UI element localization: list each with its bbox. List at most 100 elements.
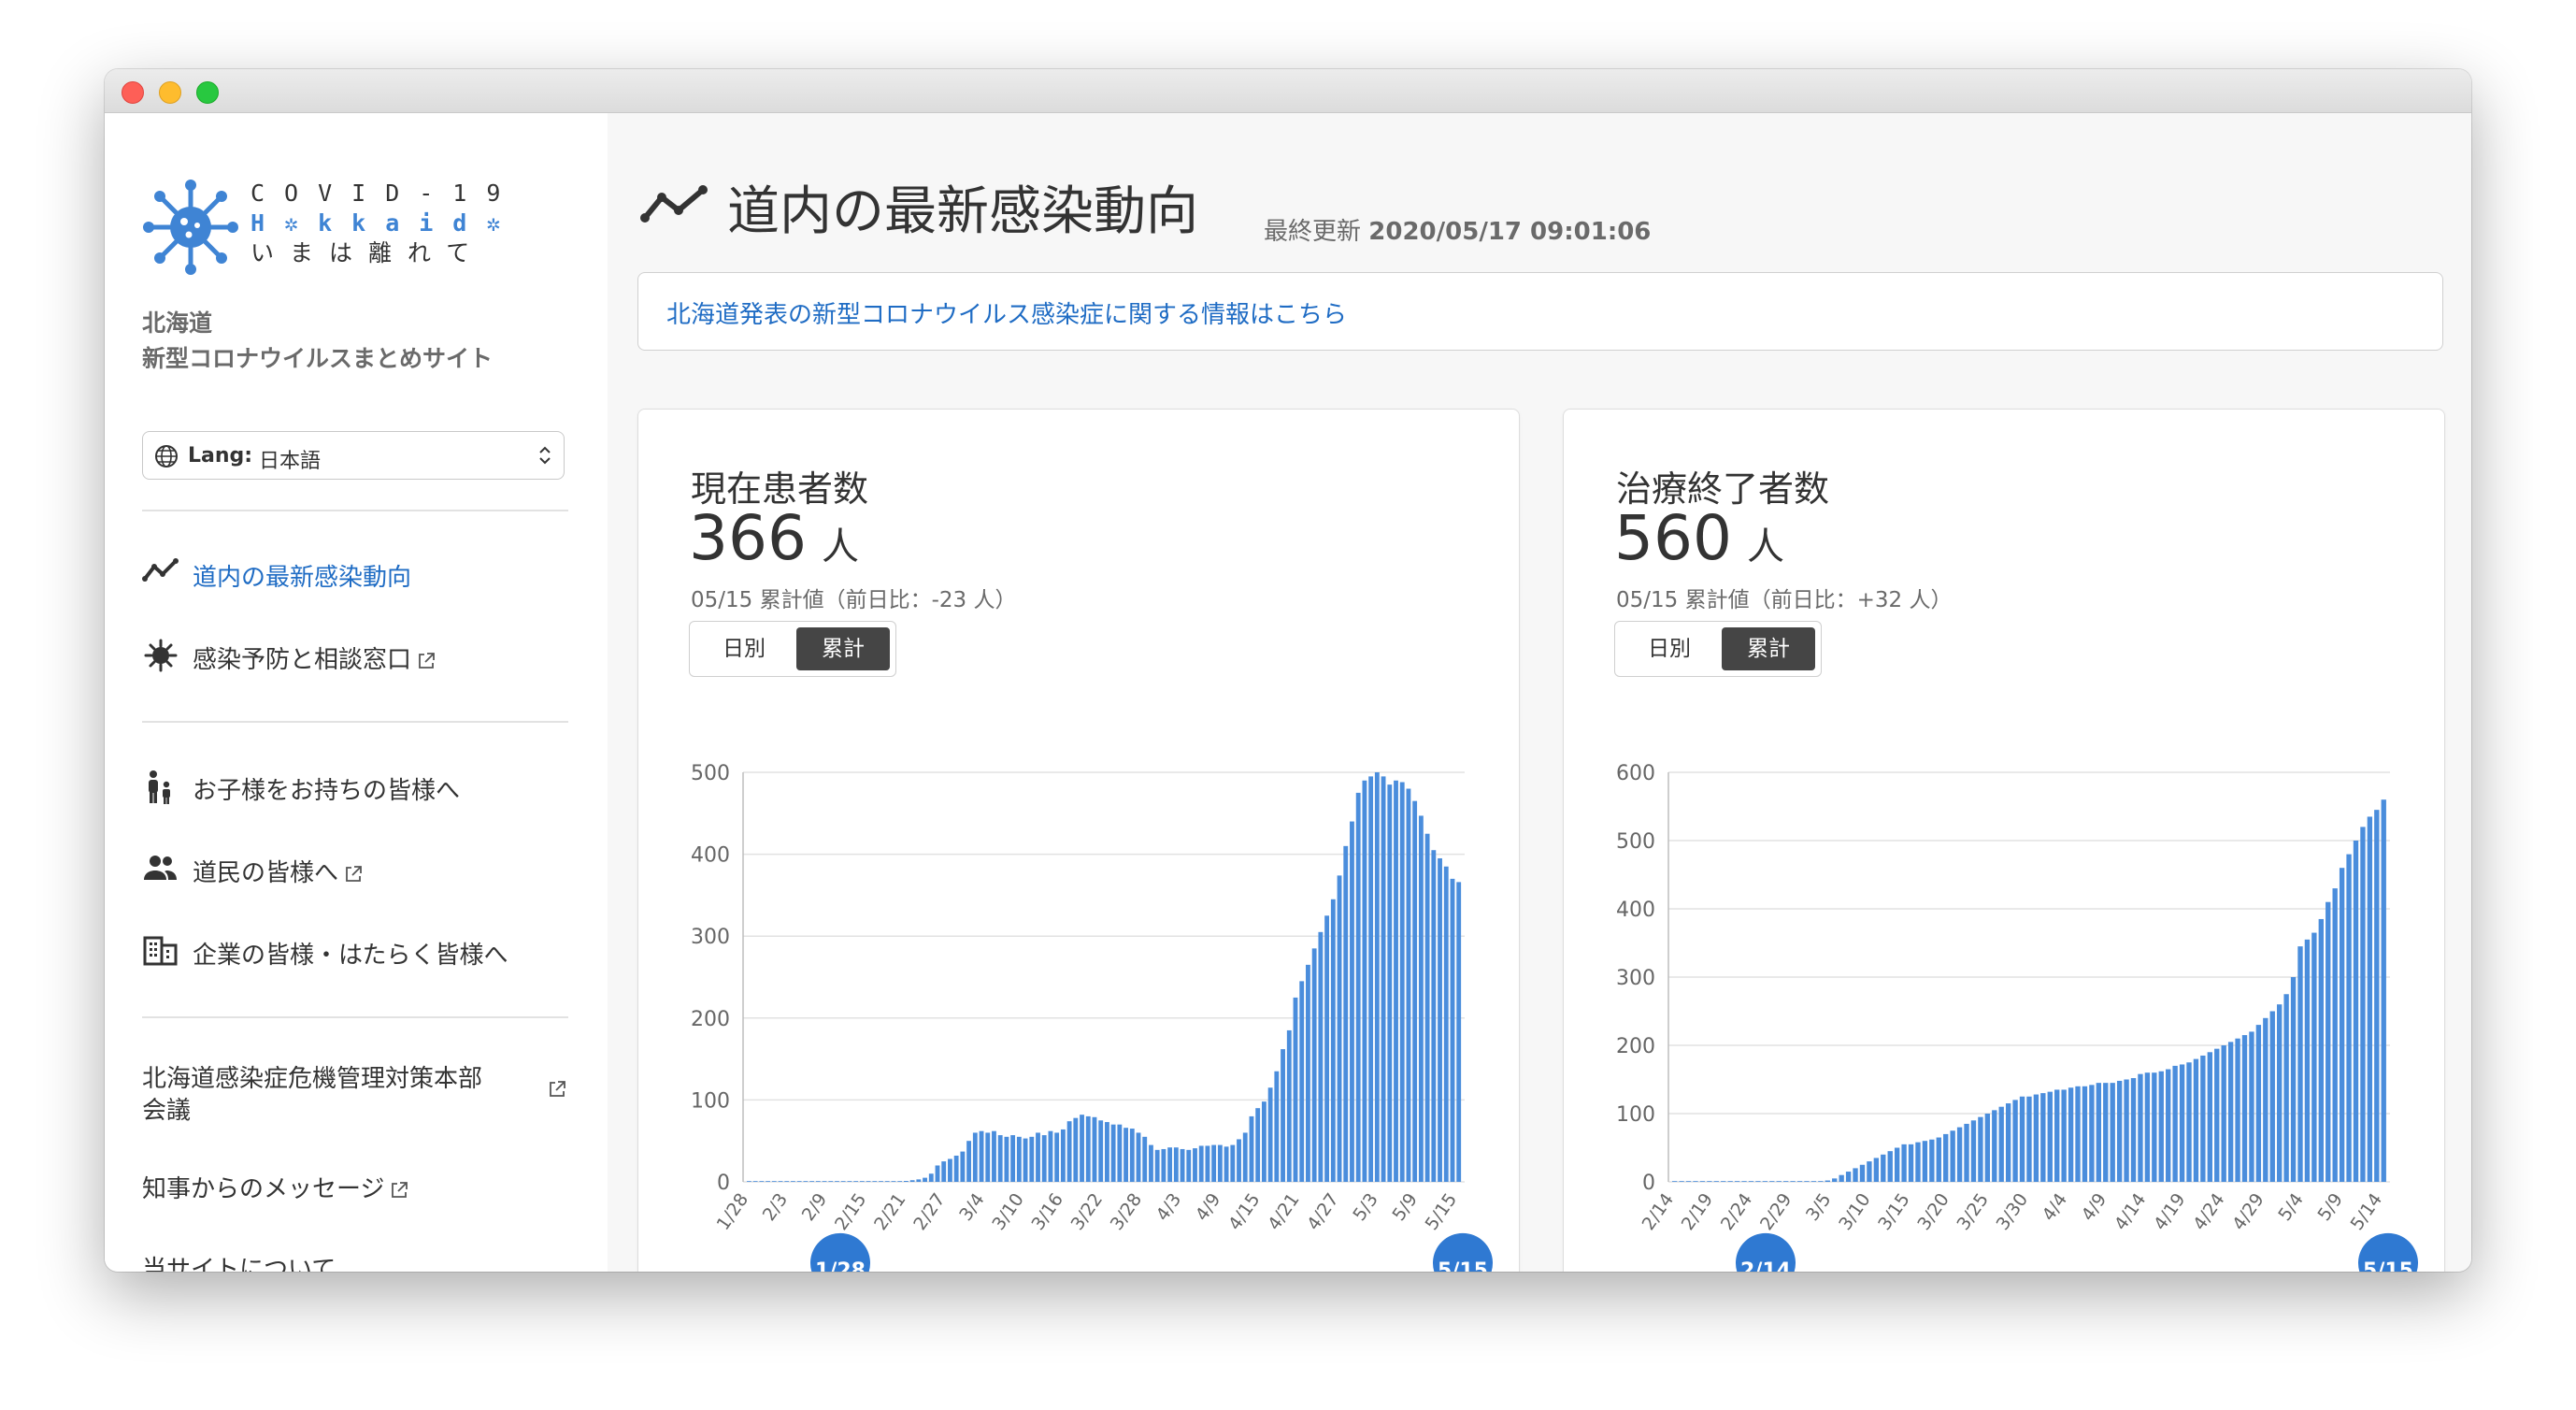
nav-item-about[interactable]: 当サイトについて bbox=[142, 1254, 336, 1272]
last-updated-label: 最終更新 bbox=[1264, 218, 1361, 246]
x-tick-label: 3/15 bbox=[1874, 1189, 1913, 1234]
chart-bar bbox=[1230, 1145, 1235, 1182]
nav-item-hq-meeting[interactable]: 北海道感染症危機管理対策本部 会議 bbox=[142, 1063, 572, 1127]
chart-bar bbox=[973, 1132, 978, 1182]
chart-bar bbox=[1149, 1145, 1153, 1182]
nav-label: 感染予防と相談窓口 bbox=[193, 646, 411, 674]
x-tick-label: 4/4 bbox=[2039, 1189, 2072, 1225]
chart-bar bbox=[2263, 1018, 2268, 1182]
chart-bar bbox=[2354, 841, 2358, 1182]
chart-bar bbox=[2075, 1086, 2080, 1182]
card-value-number: 366 bbox=[689, 502, 807, 574]
chart-bar bbox=[1274, 1072, 1279, 1182]
nav-label: お子様をお持ちの皆様へ bbox=[193, 771, 460, 806]
y-tick-label: 300 bbox=[691, 926, 730, 949]
chart-bar bbox=[1769, 1181, 1774, 1182]
chart-bar bbox=[1387, 784, 1392, 1182]
chart-bar bbox=[1943, 1134, 1948, 1182]
chart-bar bbox=[753, 1181, 758, 1182]
chart-bar bbox=[2172, 1066, 2177, 1182]
card-value-unit: 人 bbox=[1747, 525, 1784, 568]
y-tick-label: 200 bbox=[691, 1008, 730, 1031]
chart-bar bbox=[835, 1181, 839, 1182]
x-tick-label: 2/9 bbox=[798, 1189, 832, 1225]
chart-bar bbox=[791, 1181, 795, 1182]
language-select[interactable]: Lang: 日本語 bbox=[142, 431, 565, 480]
chart-bar bbox=[1343, 846, 1348, 1182]
minimize-window-button[interactable] bbox=[159, 81, 181, 104]
nav-item-governor-message[interactable]: 知事からのメッセージ bbox=[142, 1173, 408, 1205]
chart-bar bbox=[2270, 1012, 2275, 1183]
chart-bar bbox=[1049, 1131, 1053, 1182]
chart-bar bbox=[1211, 1145, 1216, 1182]
chart-bar bbox=[2235, 1039, 2240, 1182]
chart-bar bbox=[1004, 1137, 1009, 1182]
logo-line-covid: COVID-19 bbox=[250, 179, 520, 209]
recovered-chart: 01002003004005006002/142/192/242/293/53/… bbox=[1564, 690, 2446, 1272]
chart-bar bbox=[1237, 1139, 1241, 1182]
chart-bar bbox=[2291, 977, 2296, 1182]
chart-bar bbox=[823, 1181, 827, 1182]
chart-bar bbox=[998, 1135, 1003, 1182]
x-tick-label: 3/22 bbox=[1067, 1189, 1107, 1234]
chart-bar bbox=[2020, 1097, 2025, 1182]
chart-bar bbox=[2034, 1095, 2039, 1182]
last-updated: 最終更新 2020/05/17 09:01:06 bbox=[1264, 212, 1651, 247]
range-marker-label: 5/15 bbox=[1438, 1259, 1488, 1272]
x-tick-label: 1/28 bbox=[713, 1189, 752, 1234]
chart-bar bbox=[1860, 1165, 1865, 1182]
toggle-daily-button[interactable]: 日別 bbox=[697, 627, 791, 670]
range-marker: 2/14 bbox=[1736, 1233, 1796, 1272]
chart-bar bbox=[1964, 1124, 1968, 1182]
nav-label: 当サイトについて bbox=[142, 1256, 336, 1272]
toggle-daily-button[interactable]: 日別 bbox=[1623, 627, 1716, 670]
logo-line-slogan: いまは離れて bbox=[250, 238, 520, 268]
site-logo[interactable]: COVID-19 H✲kkaid✲ いまは離れて bbox=[142, 179, 535, 272]
y-tick-label: 200 bbox=[1616, 1035, 1655, 1058]
chart-bar bbox=[954, 1156, 959, 1182]
x-tick-label: 5/15 bbox=[1422, 1189, 1461, 1234]
people-icon bbox=[142, 852, 179, 885]
chart-bar bbox=[929, 1173, 934, 1182]
chart-bar bbox=[1174, 1147, 1179, 1182]
chart-bar bbox=[2346, 855, 2351, 1182]
zoom-window-button[interactable] bbox=[196, 81, 219, 104]
chart-bar bbox=[1080, 1115, 1084, 1182]
chart-bar bbox=[904, 1181, 909, 1182]
chart-bar bbox=[2026, 1097, 2031, 1182]
chart-bar bbox=[1874, 1158, 1879, 1182]
x-tick-label: 3/5 bbox=[1802, 1189, 1836, 1225]
recovered-card: 治療終了者数 560人 05/15 累計値（前日比：+32 人） 日別 累計 0… bbox=[1563, 409, 2445, 1272]
close-window-button[interactable] bbox=[122, 81, 144, 104]
chart-bar bbox=[1700, 1181, 1705, 1182]
chart-bar bbox=[1073, 1118, 1078, 1182]
range-marker: 5/15 bbox=[2358, 1233, 2418, 1272]
chart-bar bbox=[841, 1181, 846, 1182]
toggle-cumulative-button[interactable]: 累計 bbox=[796, 627, 890, 670]
chart-bar bbox=[1915, 1143, 1920, 1182]
nav-label-wrap: 道民の皆様へ bbox=[193, 854, 363, 888]
chart-bar bbox=[879, 1181, 883, 1182]
chart-bar bbox=[2311, 933, 2316, 1182]
range-marker-label: 5/15 bbox=[2363, 1259, 2413, 1272]
chart-bar bbox=[1193, 1148, 1197, 1182]
chart-bar bbox=[1881, 1155, 1885, 1182]
chart-bar bbox=[1250, 1116, 1254, 1182]
globe-icon bbox=[154, 444, 179, 468]
chart-bar bbox=[2360, 827, 2365, 1182]
nav-label: 道民の皆様へ bbox=[193, 859, 338, 887]
trend-icon bbox=[639, 182, 710, 225]
chart-bar bbox=[1098, 1120, 1103, 1182]
chart-bar bbox=[1218, 1145, 1223, 1182]
official-info-link[interactable]: 北海道発表の新型コロナウイルス感染症に関する情報はこちら bbox=[666, 295, 1347, 330]
chart-bar bbox=[853, 1181, 858, 1182]
chart-bar bbox=[1299, 981, 1304, 1182]
x-tick-label: 2/24 bbox=[1717, 1189, 1756, 1234]
chart-bar bbox=[2097, 1083, 2101, 1182]
x-tick-label: 4/3 bbox=[1152, 1189, 1186, 1225]
toggle-cumulative-button[interactable]: 累計 bbox=[1722, 627, 1815, 670]
chart-bar bbox=[1407, 789, 1411, 1182]
range-marker-label: 2/14 bbox=[1740, 1259, 1791, 1272]
chart-bar bbox=[2138, 1074, 2142, 1182]
chart-bar bbox=[1394, 781, 1398, 1182]
